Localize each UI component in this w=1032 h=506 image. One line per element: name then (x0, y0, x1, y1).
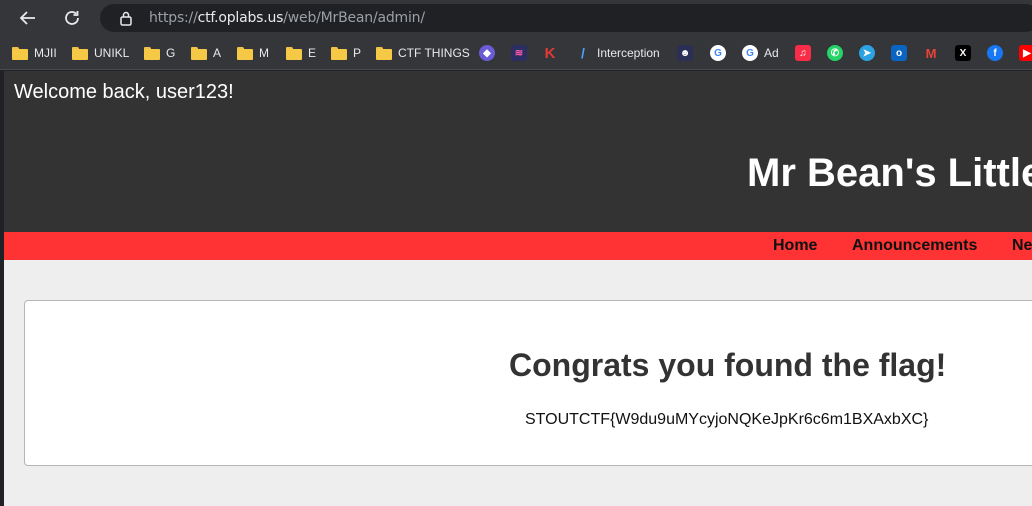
flag-heading: Congrats you found the flag! (509, 347, 947, 383)
avatar-icon: ☻ (677, 45, 693, 61)
bookmark-music[interactable]: ♫ (795, 44, 811, 62)
bookmark-cube[interactable]: ◆ (479, 44, 495, 62)
google-icon: G (710, 45, 726, 61)
back-button[interactable] (16, 6, 40, 30)
reload-button[interactable] (60, 6, 84, 30)
music-icon: ♫ (795, 45, 811, 61)
bookmark-telegram[interactable]: ➤ (859, 44, 875, 62)
bookmark-label: G (166, 46, 176, 60)
address-bar[interactable]: https://ctf.oplabs.us/web/MrBean/admin/ (100, 4, 1032, 32)
bookmark-avatar[interactable]: ☻ (677, 44, 693, 62)
facebook-icon: f (987, 45, 1003, 61)
bookmark-x[interactable]: X (955, 44, 971, 62)
bookmark-google[interactable]: G (710, 44, 726, 62)
site-title: Mr Bean's Little (747, 151, 1032, 195)
google-icon: G (742, 45, 758, 61)
bookmark-facebook[interactable]: f (987, 44, 1003, 62)
bookmark-stack[interactable]: ≋ (511, 44, 527, 62)
bookmark-label: UNIKL (94, 46, 130, 60)
bookmark-m[interactable]: M (237, 44, 269, 62)
bookmark-label: Interception (597, 46, 660, 60)
url-path: /web/MrBean/admin/ (283, 10, 425, 26)
bookmark-unikl[interactable]: UNIKL (72, 44, 129, 62)
nav-home[interactable]: Home (773, 237, 817, 255)
flag-card: Congrats you found the flag! STOUTCTF{W9… (24, 300, 1032, 466)
bookmarks-bar: MJII UNIKL G A M E P CTF THINGS ◆ ≋ K / I… (0, 36, 1032, 70)
whatsapp-icon: ✆ (827, 45, 843, 61)
bookmark-k[interactable]: K (542, 44, 558, 62)
folder-icon (144, 46, 160, 60)
welcome-message: Welcome back, user123! (14, 81, 234, 103)
folder-icon (331, 46, 347, 60)
nav-news[interactable]: Ne (1012, 237, 1032, 255)
gmail-icon: M (925, 45, 937, 61)
folder-icon (72, 46, 88, 60)
k-logo-icon: K (544, 44, 556, 62)
bookmark-label: M (259, 46, 269, 60)
reload-icon (65, 11, 79, 25)
bookmark-youtube[interactable]: ▶ (1019, 44, 1032, 62)
web-page: Welcome back, user123! Mr Bean's Little … (4, 71, 1032, 506)
site-navbar: Home Announcements Ne (4, 232, 1032, 260)
url-scheme: https:// (149, 10, 198, 26)
youtube-icon: ▶ (1019, 45, 1032, 61)
site-header: Welcome back, user123! Mr Bean's Little (4, 71, 1032, 232)
bookmark-gmail[interactable]: M (923, 44, 939, 62)
bookmark-whatsapp[interactable]: ✆ (827, 44, 843, 62)
bookmark-p[interactable]: P (331, 44, 361, 62)
bookmark-e[interactable]: E (286, 44, 316, 62)
bookmark-interception[interactable]: / Interception (575, 44, 660, 62)
bookmark-label: CTF THINGS (398, 46, 470, 60)
bookmark-label: MJII (34, 46, 57, 60)
bookmark-g[interactable]: G (144, 44, 175, 62)
bookmark-label: E (308, 46, 317, 60)
flag-value: STOUTCTF{W9du9uMYcyjoNQKeJpKr6c6m1BXAxbX… (525, 411, 929, 428)
folder-icon (237, 46, 253, 60)
url-text: https://ctf.oplabs.us/web/MrBean/admin/ (149, 10, 425, 26)
arrow-left-icon (19, 11, 35, 25)
bookmark-ctf-things[interactable]: CTF THINGS (376, 44, 470, 62)
lock-icon (120, 11, 132, 26)
telegram-icon: ➤ (859, 45, 875, 61)
folder-icon (191, 46, 207, 60)
interception-icon: / (581, 45, 585, 61)
cube-icon: ◆ (479, 45, 495, 61)
bookmark-label: P (353, 46, 362, 60)
folder-icon (12, 46, 28, 60)
bookmark-label: A (213, 46, 222, 60)
bookmark-mjii[interactable]: MJII (12, 44, 57, 62)
x-logo-icon: X (955, 45, 971, 61)
url-host: ctf.oplabs.us (197, 10, 284, 26)
folder-icon (376, 46, 392, 60)
outlook-icon: o (891, 45, 907, 61)
bookmark-label: Ad (764, 46, 779, 60)
bookmark-a[interactable]: A (191, 44, 221, 62)
stack-icon: ≋ (511, 45, 527, 61)
nav-announcements[interactable]: Announcements (852, 237, 977, 255)
bookmark-outlook[interactable]: o (891, 44, 907, 62)
folder-icon (286, 46, 302, 60)
browser-toolbar: https://ctf.oplabs.us/web/MrBean/admin/ (0, 0, 1032, 36)
bookmark-google-ad[interactable]: G Ad (742, 44, 779, 62)
